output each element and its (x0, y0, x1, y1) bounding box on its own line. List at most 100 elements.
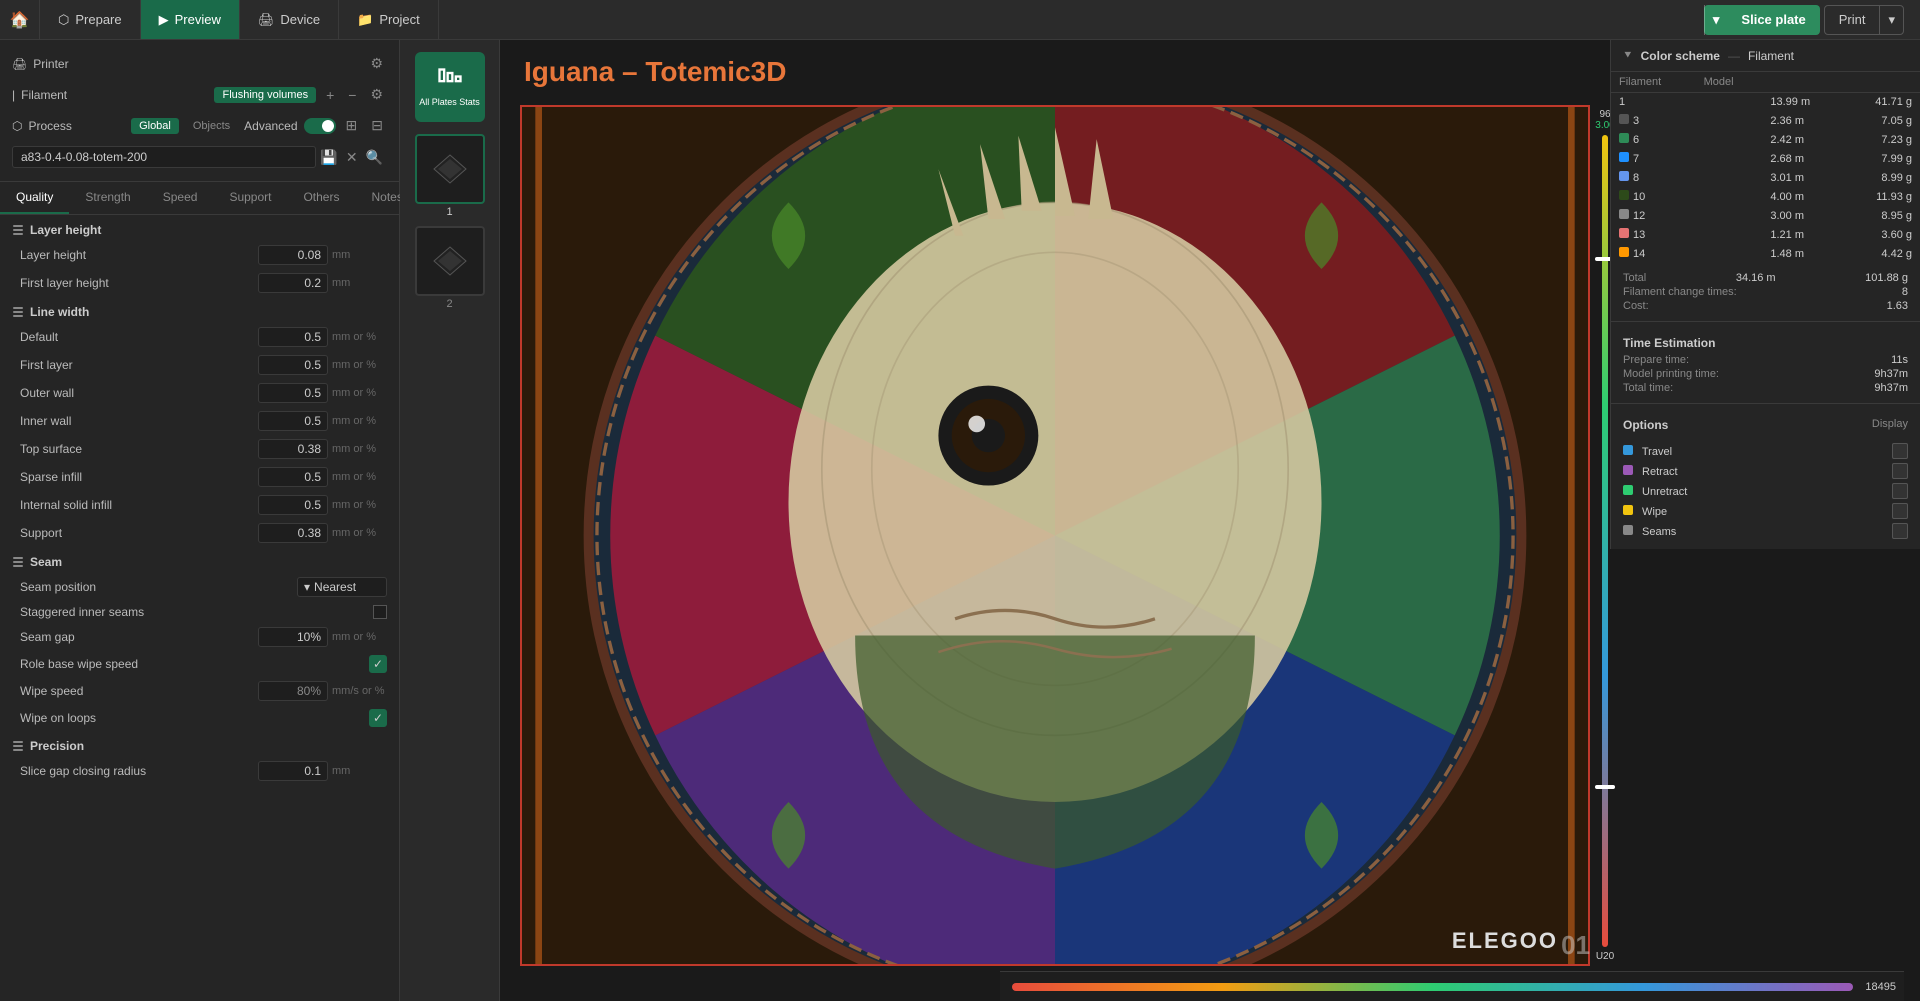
layer-slider-handle-2[interactable] (1595, 785, 1615, 789)
option-label: Unretract (1623, 485, 1687, 498)
param-layer-height-input[interactable] (258, 245, 328, 265)
filament-row: 8 3.01 m 8.99 g (1611, 168, 1920, 187)
remove-filament-button[interactable]: − (344, 85, 360, 105)
seam-gap-input[interactable] (258, 627, 328, 647)
option-toggle[interactable] (1892, 443, 1908, 459)
layer-progress-bar[interactable] (1012, 983, 1853, 991)
add-filament-button[interactable]: + (322, 85, 338, 105)
home-button[interactable]: 🏠 (0, 0, 40, 39)
device-icon: 🖨 (258, 12, 275, 28)
topbar: 🏠 ⬡ Prepare ▶ Preview 🖨 Device 📁 Project… (0, 0, 1920, 40)
device-tab[interactable]: 🖨 Device (240, 0, 339, 39)
total-length: 34.16 m (1736, 272, 1776, 284)
total-weight: 101.88 g (1865, 272, 1908, 284)
wipe-on-loops-checkbox[interactable]: ✓ (369, 709, 387, 727)
params-panel: Layer height Layer height mm First layer… (0, 215, 399, 1001)
seam-section[interactable]: Seam (0, 547, 399, 573)
objects-button[interactable]: Objects (185, 118, 238, 134)
tab-quality[interactable]: Quality (0, 182, 69, 214)
option-toggle[interactable] (1892, 483, 1908, 499)
cost-label: Cost: (1623, 300, 1649, 312)
model-printing-value: 9h37m (1874, 368, 1908, 380)
option-row: Seams (1623, 521, 1908, 541)
print-button[interactable]: Print ▾ (1824, 5, 1904, 35)
preview-tab[interactable]: ▶ Preview (141, 0, 240, 39)
param-default-input[interactable] (258, 327, 328, 347)
seam-position-select[interactable]: ▾ Nearest (297, 577, 387, 597)
filament-weight: 8.99 g (1843, 168, 1920, 187)
cost-row: Cost: 1.63 (1623, 299, 1908, 313)
param-first-layer-width-input[interactable] (258, 355, 328, 375)
profile-save-button[interactable]: 💾 (316, 147, 341, 168)
total-info: Total 34.16 m 101.88 g Filament change t… (1611, 263, 1920, 322)
model-viewport[interactable]: ELEGOO (520, 105, 1590, 966)
quality-tabs: Quality Strength Speed Support Others No… (0, 182, 399, 215)
all-plates-stats-button[interactable]: All Plates Stats (411, 48, 489, 126)
param-wipe-speed: Wipe speed mm/s or % (0, 677, 399, 705)
param-internal-solid-infill: Internal solid infill mm or % (0, 491, 399, 519)
printer-settings-button[interactable]: ⚙ (366, 53, 387, 74)
param-first-layer-height-input[interactable] (258, 273, 328, 293)
process-extra-1[interactable]: ⊞ (342, 115, 362, 136)
prepare-tab[interactable]: ⬡ Prepare (40, 0, 141, 39)
slice-arrow[interactable]: ▾ (1704, 5, 1728, 35)
weight-col-header (1843, 72, 1920, 93)
option-dot (1623, 485, 1633, 495)
profile-search-button[interactable]: 🔍 (362, 147, 387, 168)
flushing-volumes-button[interactable]: Flushing volumes (214, 87, 316, 103)
option-label: Wipe (1623, 505, 1667, 518)
options-header: Options Display (1623, 412, 1908, 435)
tab-support[interactable]: Support (213, 182, 287, 214)
option-toggle[interactable] (1892, 523, 1908, 539)
plate-1-container: 1 (415, 134, 485, 218)
option-row: Retract (1623, 461, 1908, 481)
param-sparse-infill-input[interactable] (258, 467, 328, 487)
advanced-toggle[interactable] (304, 118, 336, 134)
slice-label[interactable]: Slice plate (1727, 5, 1819, 35)
filament-length: 1.48 m (1762, 244, 1843, 263)
filament-length: 1.21 m (1762, 225, 1843, 244)
param-outer-wall-input[interactable] (258, 383, 328, 403)
tab-speed[interactable]: Speed (147, 182, 214, 214)
plate-2-thumbnail[interactable] (415, 226, 485, 296)
filament-row: | Filament Flushing volumes + − ⚙ (12, 79, 387, 110)
tab-others[interactable]: Others (287, 182, 355, 214)
option-toggle[interactable] (1892, 463, 1908, 479)
print-arrow[interactable]: ▾ (1879, 6, 1903, 34)
layer-current-num: U20 (1596, 951, 1614, 962)
project-tab[interactable]: 📁 Project (339, 0, 439, 39)
param-first-layer-height: First layer height mm (0, 269, 399, 297)
filament-change-label: Filament change times: (1623, 286, 1737, 298)
line-width-section[interactable]: Line width (0, 297, 399, 323)
precision-section[interactable]: Precision (0, 731, 399, 757)
filament-label: | Filament (12, 88, 67, 102)
precision-title: Precision (30, 739, 84, 753)
filament-settings-button[interactable]: ⚙ (366, 84, 387, 105)
profile-close-button[interactable]: ✕ (342, 147, 362, 168)
filament-col-header: Filament (1611, 72, 1696, 93)
param-top-surface-input[interactable] (258, 439, 328, 459)
staggered-seams-checkbox[interactable] (373, 605, 387, 619)
model-svg (522, 107, 1588, 964)
filament-length: 2.68 m (1762, 149, 1843, 168)
param-internal-solid-input[interactable] (258, 495, 328, 515)
prepare-time-row: Prepare time: 11s (1623, 353, 1908, 367)
tab-strength[interactable]: Strength (69, 182, 146, 214)
param-inner-wall-input[interactable] (258, 411, 328, 431)
option-toggle[interactable] (1892, 503, 1908, 519)
profile-input[interactable] (12, 146, 316, 168)
model-col-header: Model (1696, 72, 1763, 93)
param-support-input[interactable] (258, 523, 328, 543)
role-wipe-speed-checkbox[interactable]: ✓ (369, 655, 387, 673)
plate-1-thumbnail[interactable] (415, 134, 485, 204)
slice-gap-input[interactable] (258, 761, 328, 781)
process-extra-2[interactable]: ⊟ (367, 115, 387, 136)
print-label[interactable]: Print (1825, 6, 1880, 34)
prepare-label: Prepare (75, 12, 121, 27)
layer-slider-track[interactable] (1602, 135, 1608, 947)
slice-plate-button[interactable]: ▾ Slice plate (1704, 5, 1820, 35)
global-button[interactable]: Global (131, 118, 179, 134)
wipe-speed-input[interactable] (258, 681, 328, 701)
layer-height-section[interactable]: Layer height (0, 215, 399, 241)
preview-icon: ▶ (159, 12, 169, 28)
